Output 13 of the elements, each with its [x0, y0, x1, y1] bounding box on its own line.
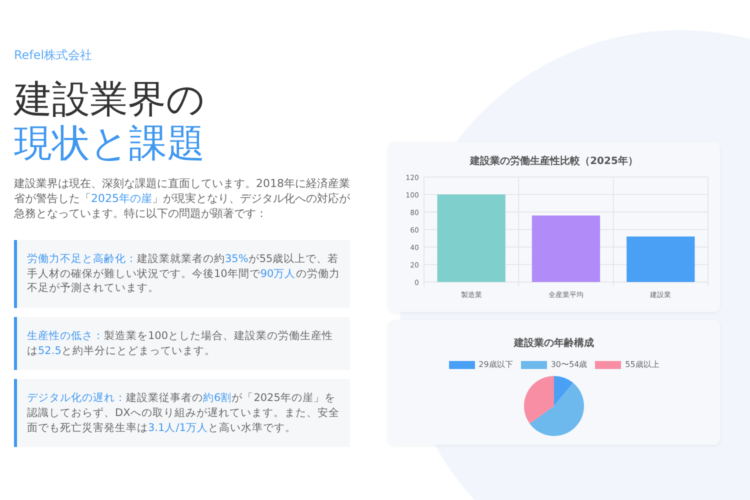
legend-label: 30〜54歳 [550, 359, 588, 371]
chart-title: 建設業の労働生産性比較（2025年） [468, 154, 639, 169]
page-title: 建設業界の [14, 78, 206, 122]
intro-paragraph: 建設業界は現在、深刻な課題に直面しています。2018年に経済産業省が警告した「2025年の崖」が現実となり、デジタル化への対応が急務となっています。特に以下の問題が顕著です： [14, 177, 350, 222]
issue-paragraph: 労働力不足と高齢化：建設業就業者の約35%が55歳以上で、若手人材の確保が難しい状況です。今後10年間で90万人の労働力不足が予測されています。 [14, 240, 350, 308]
issue-paragraph: デジタル化の遅れ：建設業従事者の約6割が「2025年の崖」を認識しておらず、DXへの取り組みが遅れています。また、安全面でも死亡災害発生率は3.1人/1万人 と高い水準です。 [14, 379, 350, 448]
legend-label: 29歳以下 [478, 359, 513, 371]
pie-chart-drawing [523, 375, 585, 437]
chart-title: 建設業の年齢構成 [512, 336, 595, 351]
issue-paragraph: 生産性の低さ：製造業を100とした場合、建設業の労働生産性は52.5 と約半分にとどまっています。 [14, 316, 350, 370]
legend-label: 55歳以上 [625, 359, 660, 371]
page-title: 現状と課題 [14, 122, 206, 166]
company-name: Refel株式会社 [14, 47, 94, 64]
